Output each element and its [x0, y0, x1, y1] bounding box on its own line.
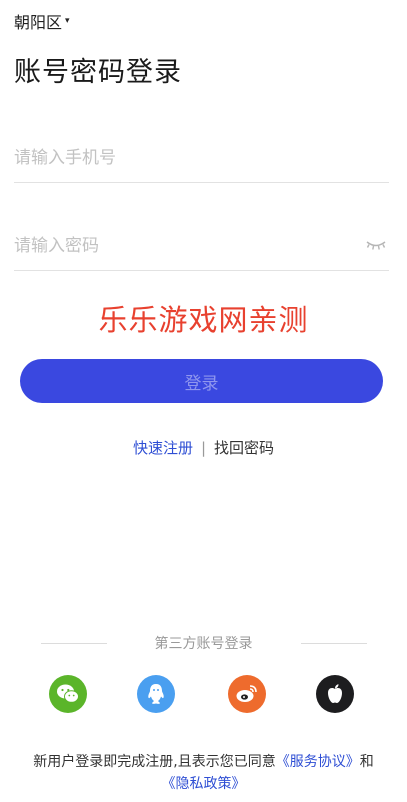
region-selector[interactable]: 朝阳区 ▾	[14, 9, 70, 33]
phone-field	[14, 133, 389, 183]
apple-login-button[interactable]	[316, 675, 354, 713]
find-password-link[interactable]: 找回密码	[214, 439, 274, 457]
agreement-text: 新用户登录即完成注册,且表示您已同意《服务协议》和《隐私政策》	[20, 751, 387, 795]
qq-login-button[interactable]	[137, 675, 175, 713]
account-links: 快速注册 | 找回密码	[0, 437, 407, 458]
agreement-prefix: 新用户登录即完成注册,且表示您已同意	[33, 754, 276, 770]
divider-line-left	[40, 642, 107, 644]
qq-icon	[148, 684, 164, 704]
wechat-icon	[57, 684, 79, 703]
watermark-text: 乐乐游戏网亲测	[98, 303, 309, 337]
password-input[interactable]	[14, 235, 334, 256]
eye-closed-icon[interactable]	[365, 235, 387, 253]
caret-down-icon: ▾	[65, 15, 70, 26]
region-label: 朝阳区	[14, 13, 63, 32]
third-party-divider: 第三方账号登录	[0, 633, 407, 653]
divider-line-right	[300, 642, 367, 644]
weibo-login-button[interactable]	[228, 675, 266, 713]
quick-register-link[interactable]: 快速注册	[133, 439, 193, 457]
privacy-policy-link[interactable]: 《隐私政策》	[162, 776, 246, 792]
page-title: 账号密码登录	[14, 57, 182, 88]
apple-icon	[328, 684, 342, 703]
weibo-icon	[236, 685, 257, 702]
password-field	[14, 221, 389, 271]
phone-input[interactable]	[14, 147, 334, 168]
third-party-label: 第三方账号登录	[154, 636, 253, 652]
service-agreement-link[interactable]: 《服务协议》	[276, 754, 360, 770]
agreement-and: 和	[359, 754, 374, 770]
login-button[interactable]: 登录	[20, 359, 383, 403]
link-separator: |	[200, 439, 207, 457]
wechat-login-button[interactable]	[49, 675, 87, 713]
